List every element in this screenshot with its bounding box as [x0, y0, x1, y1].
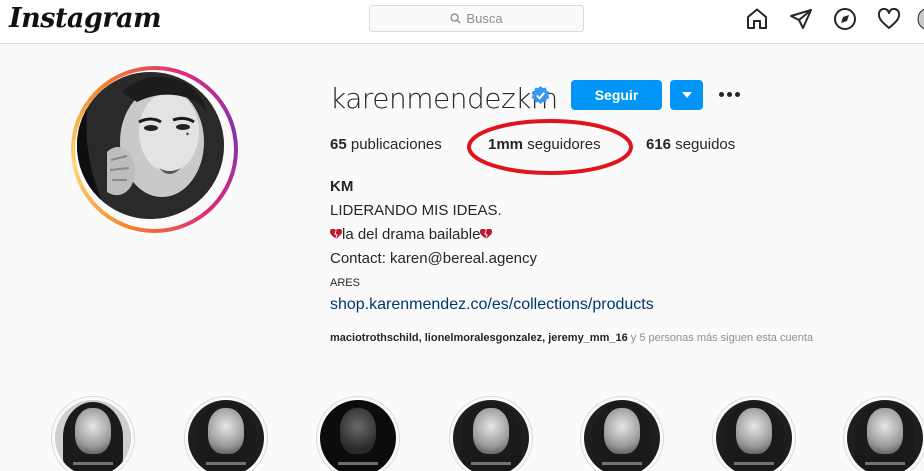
chevron-down-icon	[681, 92, 692, 98]
profile-icon[interactable]	[917, 7, 924, 31]
direct-icon[interactable]	[789, 7, 813, 31]
search-input[interactable]: Busca	[369, 5, 584, 32]
verified-badge-icon	[531, 86, 550, 105]
story-highlight[interactable]	[51, 396, 135, 471]
home-icon[interactable]	[745, 7, 769, 31]
posts-label: publicaciones	[350, 136, 442, 153]
story-highlight[interactable]	[449, 396, 533, 471]
more-dot	[718, 91, 724, 97]
story-highlight[interactable]	[316, 396, 400, 471]
profile-avatar[interactable]: ✶	[71, 66, 238, 233]
bio-contact: Contact: karen@bereal.agency	[330, 250, 538, 267]
broken-heart-icon	[480, 229, 493, 240]
explore-icon[interactable]	[833, 7, 857, 31]
red-annotation-circle	[467, 119, 633, 175]
search-icon	[450, 13, 461, 24]
more-dot	[734, 91, 740, 97]
story-highlight[interactable]	[184, 396, 268, 471]
followed-by-text[interactable]: maciotrothschild, lionelmoralesgonzalez,…	[330, 332, 813, 344]
followed-by-rest: y 5 personas más siguen esta cuenta	[627, 332, 813, 344]
story-highlight[interactable]	[843, 396, 924, 471]
profile-username: karenmendezkm	[330, 82, 558, 115]
follow-button[interactable]: Seguir	[571, 80, 662, 110]
instagram-logo[interactable]: Instagram	[9, 3, 162, 34]
story-highlight[interactable]	[712, 396, 796, 471]
story-highlight[interactable]	[580, 396, 664, 471]
bio-line-2-text: la del drama bailable	[342, 226, 481, 243]
posts-count: 65	[330, 136, 347, 153]
more-options-button[interactable]	[716, 82, 742, 106]
svg-text:✶: ✶	[185, 131, 190, 138]
following-count: 616	[646, 136, 672, 153]
bio-category: ARES	[330, 277, 360, 289]
posts-stat: 65 publicaciones	[330, 136, 442, 153]
top-navigation-bar: Instagram Busca	[0, 0, 924, 44]
activity-icon[interactable]	[877, 7, 901, 31]
profile-photo: ✶	[77, 72, 224, 219]
followed-by-names: maciotrothschild, lionelmoralesgonzalez,…	[330, 332, 628, 344]
suggested-accounts-button[interactable]	[670, 80, 703, 110]
following-label: seguidos	[675, 136, 736, 153]
search-placeholder: Busca	[466, 11, 503, 26]
profile-full-name: KM	[330, 178, 354, 195]
more-dot	[726, 91, 732, 97]
profile-website-link[interactable]: shop.karenmendez.co/es/collections/produ…	[330, 296, 654, 314]
following-stat[interactable]: 616 seguidos	[646, 136, 735, 153]
bio-line-2: la del drama bailable	[330, 226, 493, 243]
broken-heart-icon	[330, 229, 342, 240]
bio-line-1: LIDERANDO MIS IDEAS.	[330, 202, 502, 219]
